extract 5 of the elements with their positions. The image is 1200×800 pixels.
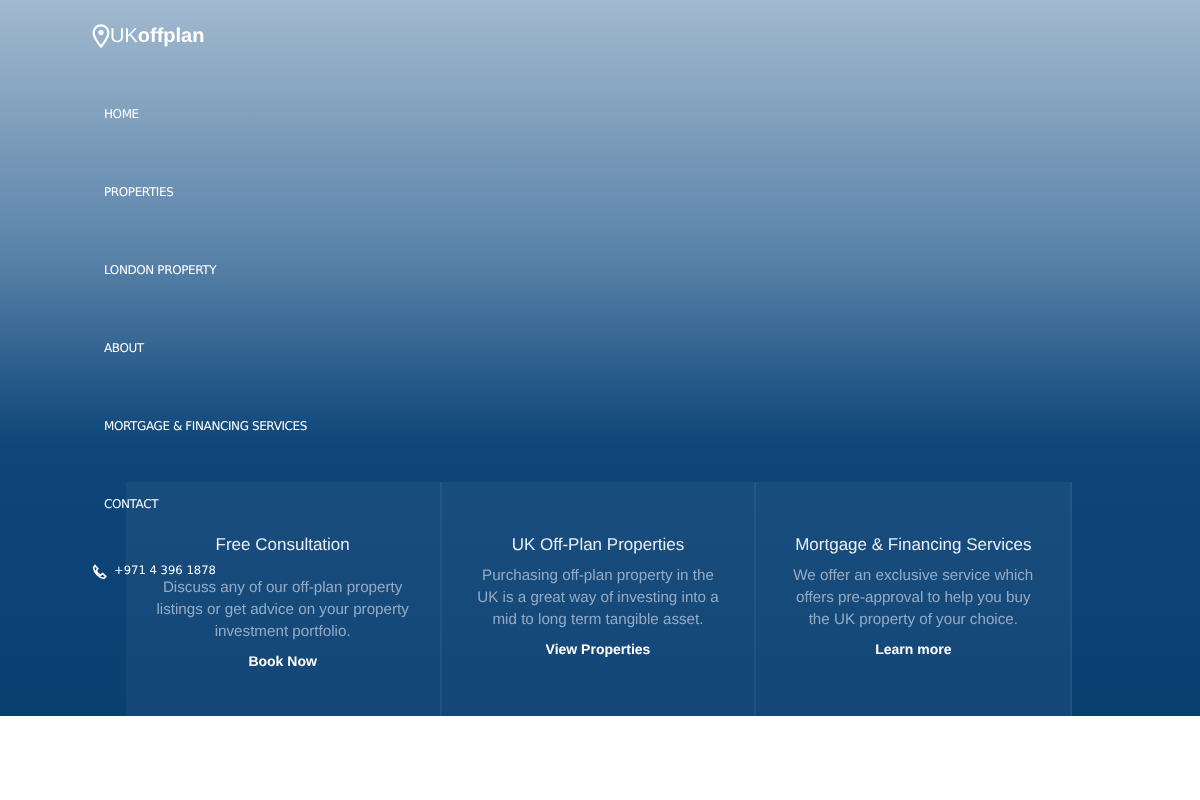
card-title: UK Off-Plan Properties [511, 534, 685, 554]
card-title: Mortgage & Financing Services [795, 534, 1032, 554]
phone-icon [92, 564, 108, 580]
map-pin-icon [92, 24, 110, 48]
card-title: Free Consultation [215, 534, 350, 554]
